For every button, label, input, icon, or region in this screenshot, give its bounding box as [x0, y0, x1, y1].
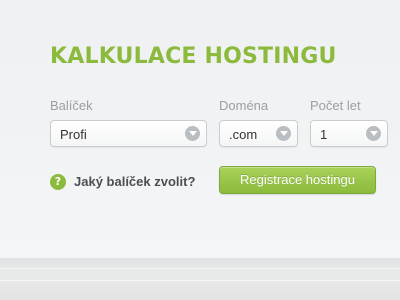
domain-select-value: .com	[229, 127, 258, 142]
years-select-value: 1	[320, 127, 328, 142]
package-select[interactable]: Profi	[50, 120, 207, 147]
calculator-panel: KALKULACE HOSTINGU Balíček Profi Doména …	[0, 0, 400, 264]
years-label: Počet let	[310, 98, 361, 113]
chevron-down-icon	[276, 126, 291, 141]
package-label: Balíček	[50, 98, 93, 113]
register-hosting-button[interactable]: Registrace hostingu	[219, 166, 376, 194]
background-floor	[0, 258, 400, 300]
floor-divider	[0, 268, 400, 269]
domain-select[interactable]: .com	[219, 120, 298, 147]
chevron-down-icon	[366, 126, 381, 141]
question-icon: ?	[50, 174, 66, 190]
years-select[interactable]: 1	[310, 120, 388, 147]
floor-divider	[0, 280, 400, 281]
domain-label: Doména	[219, 98, 269, 113]
package-help-text: Jaký balíček zvolit?	[74, 174, 196, 189]
package-select-value: Profi	[60, 127, 87, 142]
page-title: KALKULACE HOSTINGU	[50, 44, 337, 69]
chevron-down-icon	[185, 126, 200, 141]
page: KALKULACE HOSTINGU Balíček Profi Doména …	[0, 0, 400, 300]
